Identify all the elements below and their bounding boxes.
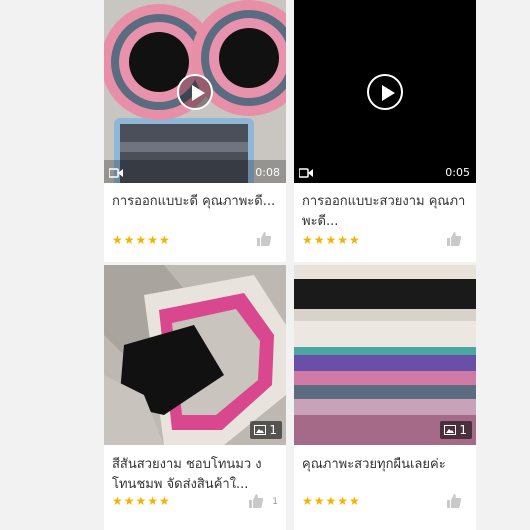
video-thumbnail[interactable]: 0:08: [104, 0, 286, 183]
thumbs-up-icon[interactable]: [248, 493, 264, 509]
play-icon[interactable]: [367, 74, 403, 110]
image-icon: [444, 425, 457, 435]
rating-stars: ★★★★★: [302, 494, 361, 508]
video-duration: 0:05: [445, 166, 470, 179]
image-icon: [254, 425, 267, 435]
rating-stars: ★★★★★: [112, 494, 171, 508]
image-count-badge: 1: [440, 421, 472, 439]
image-count: 1: [459, 423, 467, 437]
thumbs-up-icon[interactable]: [256, 231, 272, 247]
video-camera-icon: [109, 168, 123, 178]
video-thumbnail[interactable]: 0:05: [294, 0, 476, 183]
rating-stars: ★★★★★: [302, 233, 361, 247]
image-thumbnail[interactable]: 1: [104, 265, 286, 445]
review-title[interactable]: สีสันสวยงาม ชอบโทนมว งโทนชมพ จัดส่งสินค้…: [112, 455, 276, 495]
review-title[interactable]: การออกแบบะสวยงาม คุณภาพะดี...: [302, 192, 466, 232]
thumbs-up-icon[interactable]: [446, 493, 462, 509]
review-title[interactable]: คุณภาพะสวยทุกผืนเลยค่ะ: [302, 455, 466, 475]
stacked-crochet-mats-image: [294, 265, 476, 445]
review-card[interactable]: 1 คุณภาพะสวยทุกผืนเลยค่ะ ★★★★★: [294, 265, 476, 530]
play-icon[interactable]: [177, 74, 213, 110]
review-card[interactable]: 0:05 การออกแบบะสวยงาม คุณภาพะดี... ★★★★★: [294, 0, 476, 262]
video-camera-icon: [299, 168, 313, 178]
image-thumbnail[interactable]: 1: [294, 265, 476, 445]
image-count: 1: [269, 423, 277, 437]
video-duration: 0:08: [255, 166, 280, 179]
like-count: 1: [272, 497, 278, 507]
review-card[interactable]: 1 สีสันสวยงาม ชอบโทนมว งโทนชมพ จัดส่งสิน…: [104, 265, 286, 530]
image-count-badge: 1: [250, 421, 282, 439]
crochet-mat-image: [104, 265, 286, 445]
rating-stars: ★★★★★: [112, 233, 171, 247]
review-card[interactable]: 0:08 การออกแบบะดี คุณภาพะดี... ★★★★★: [104, 0, 286, 262]
review-title[interactable]: การออกแบบะดี คุณภาพะดี...: [112, 192, 276, 232]
thumbs-up-icon[interactable]: [446, 231, 462, 247]
